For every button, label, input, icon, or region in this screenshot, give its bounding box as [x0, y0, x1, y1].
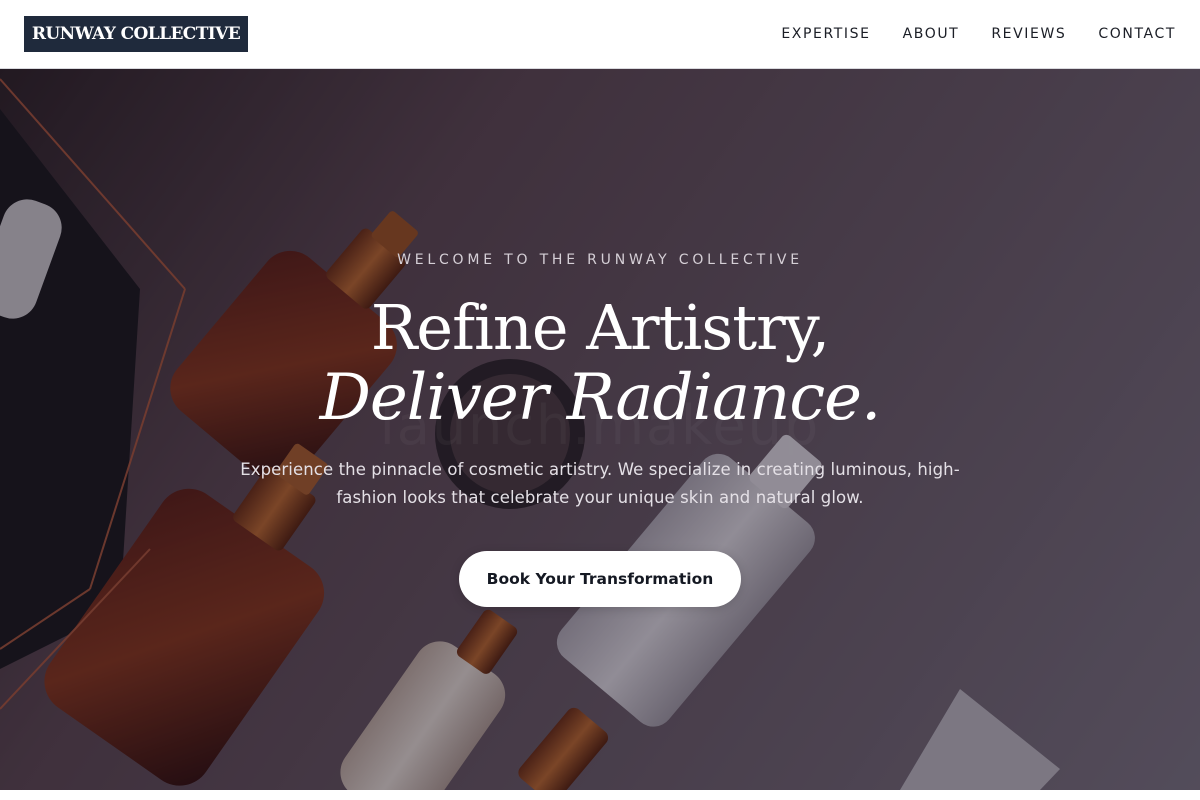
nav-item-reviews[interactable]: REVIEWS — [991, 26, 1066, 42]
page-bottom-edge — [0, 790, 1200, 800]
logo[interactable]: RUNWAY COLLECTIVE — [24, 16, 248, 52]
hero-content: WELCOME TO THE RUNWAY COLLECTIVE Refine … — [0, 69, 1200, 790]
main-nav: EXPERTISE ABOUT REVIEWS CONTACT — [781, 0, 1176, 68]
hero-headline-line1: Refine Artistry, — [370, 291, 831, 364]
nav-item-contact[interactable]: CONTACT — [1098, 26, 1176, 42]
hero-eyebrow: WELCOME TO THE RUNWAY COLLECTIVE — [397, 252, 803, 268]
nav-item-about[interactable]: ABOUT — [903, 26, 960, 42]
hero-headline-line2: Deliver Radiance. — [319, 361, 882, 435]
site-header: RUNWAY COLLECTIVE EXPERTISE ABOUT REVIEW… — [0, 0, 1200, 69]
nav-item-expertise[interactable]: EXPERTISE — [781, 26, 870, 42]
hero-subtext: Experience the pinnacle of cosmetic arti… — [240, 460, 960, 507]
book-transformation-button[interactable]: Book Your Transformation — [459, 551, 741, 607]
